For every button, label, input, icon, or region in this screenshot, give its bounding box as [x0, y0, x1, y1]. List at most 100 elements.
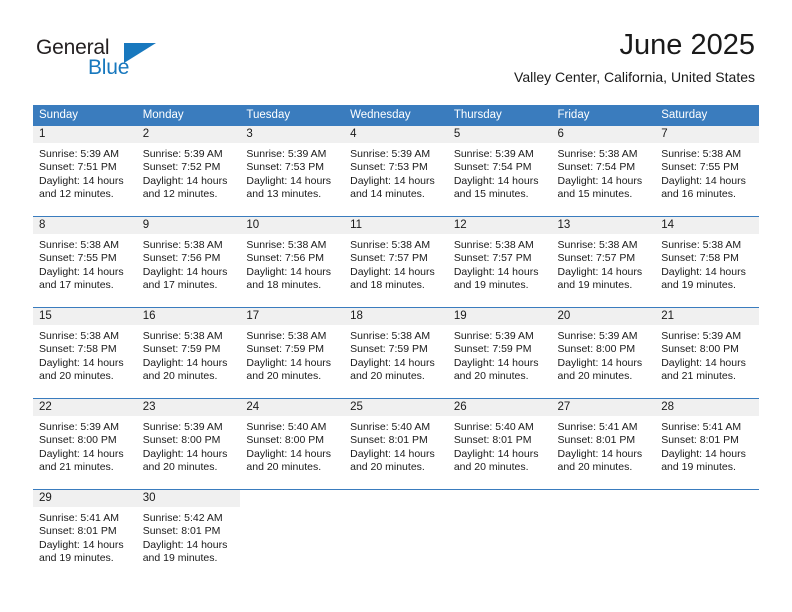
calendar-day[interactable]: 15 Sunrise: 5:38 AM Sunset: 7:58 PM Dayligh… [33, 308, 137, 398]
day-details: Sunrise: 5:38 AM Sunset: 7:55 PM Daylight:… [33, 234, 137, 293]
daylight-text: Daylight: 14 hours and 13 minutes. [246, 174, 332, 201]
calendar-header-row: Sunday Monday Tuesday Wednesday Thursday… [33, 105, 759, 126]
calendar-day[interactable]: 2 Sunrise: 5:39 AM Sunset: 7:52 PM Daylight… [136, 126, 241, 216]
sunrise-text: Sunrise: 5:38 AM [661, 239, 742, 251]
sunset-text: Sunset: 7:56 PM [246, 252, 325, 265]
day-number [655, 490, 759, 507]
day-details: Sunrise: 5:38 AM Sunset: 7:59 PM Daylight:… [240, 325, 344, 384]
day-number [240, 490, 345, 507]
calendar-day[interactable]: 20 Sunrise: 5:39 AM Sunset: 8:00 PM Dayligh… [551, 308, 656, 398]
calendar-day[interactable]: 4 Sunrise: 5:39 AM Sunset: 7:53 PM Daylight… [344, 126, 448, 216]
calendar-day[interactable]: 19 Sunrise: 5:39 AM Sunset: 7:59 PM Dayligh… [447, 308, 552, 398]
day-details: Sunrise: 5:38 AM Sunset: 7:56 PM Daylight:… [137, 234, 241, 293]
sunset-text: Sunset: 8:00 PM [39, 434, 117, 447]
calendar-day[interactable]: 7 Sunrise: 5:38 AM Sunset: 7:55 PM Daylight… [655, 126, 759, 216]
daylight-text: Daylight: 14 hours and 20 minutes. [142, 356, 228, 383]
sunrise-text: Sunrise: 5:38 AM [557, 148, 638, 160]
sunrise-text: Sunrise: 5:39 AM [350, 148, 431, 160]
calendar-day[interactable]: 30 Sunrise: 5:42 AM Sunset: 8:01 PM Dayligh… [136, 490, 241, 580]
day-details: Sunrise: 5:39 AM Sunset: 7:54 PM Daylight:… [448, 143, 552, 202]
calendar-day[interactable]: 18 Sunrise: 5:38 AM Sunset: 7:59 PM Dayligh… [344, 308, 448, 398]
sunrise-text: Sunrise: 5:40 AM [246, 421, 327, 433]
calendar-day[interactable]: 21 Sunrise: 5:39 AM Sunset: 8:00 PM Dayligh… [655, 308, 759, 398]
calendar-cell [551, 489, 656, 580]
calendar-day[interactable]: 3 Sunrise: 5:39 AM Sunset: 7:53 PM Daylight… [240, 126, 345, 216]
day-number: 11 [344, 217, 448, 234]
calendar-day[interactable]: 17 Sunrise: 5:38 AM Sunset: 7:59 PM Dayligh… [240, 308, 345, 398]
sunrise-text: Sunrise: 5:38 AM [39, 239, 119, 251]
calendar-cell: 11 Sunrise: 5:38 AM Sunset: 7:57 PM Dayligh… [344, 216, 448, 308]
calendar-day[interactable]: 22 Sunrise: 5:39 AM Sunset: 8:00 PM Dayligh… [33, 399, 137, 489]
sunrise-text: Sunrise: 5:38 AM [350, 330, 431, 342]
sunset-text: Sunset: 7:57 PM [453, 252, 532, 265]
calendar-day[interactable]: 6 Sunrise: 5:38 AM Sunset: 7:54 PM Daylight… [551, 126, 656, 216]
calendar-container: Sunday Monday Tuesday Wednesday Thursday… [33, 105, 759, 580]
daylight-text: Daylight: 14 hours and 20 minutes. [453, 447, 539, 474]
calendar-day[interactable]: 26 Sunrise: 5:40 AM Sunset: 8:01 PM Dayligh… [447, 399, 552, 489]
calendar-week-row: 15 Sunrise: 5:38 AM Sunset: 7:58 PM Dayligh… [33, 307, 759, 399]
weekday-header-tuesday: Tuesday [240, 105, 345, 126]
calendar-day[interactable]: 14 Sunrise: 5:38 AM Sunset: 7:58 PM Dayligh… [655, 217, 759, 307]
calendar-day[interactable]: 12 Sunrise: 5:38 AM Sunset: 7:57 PM Dayligh… [447, 217, 552, 307]
daylight-text: Daylight: 14 hours and 15 minutes. [557, 174, 643, 201]
sunset-text: Sunset: 8:01 PM [350, 434, 428, 447]
calendar-cell: 12 Sunrise: 5:38 AM Sunset: 7:57 PM Dayligh… [447, 216, 552, 308]
calendar-cell: 23 Sunrise: 5:39 AM Sunset: 8:00 PM Dayligh… [136, 398, 241, 490]
day-details: Sunrise: 5:38 AM Sunset: 7:57 PM Daylight:… [448, 234, 552, 293]
daylight-text: Daylight: 14 hours and 19 minutes. [142, 538, 228, 565]
daylight-text: Daylight: 14 hours and 19 minutes. [39, 538, 124, 565]
calendar-cell: 25 Sunrise: 5:40 AM Sunset: 8:01 PM Dayligh… [344, 398, 448, 490]
sunset-text: Sunset: 7:57 PM [557, 252, 636, 265]
day-details: Sunrise: 5:39 AM Sunset: 7:53 PM Daylight:… [240, 143, 344, 202]
calendar-page: General Blue June 2025 Valley Center, Ca… [0, 0, 792, 612]
title-block: June 2025 Valley Center, California, Uni… [514, 28, 755, 86]
daylight-text: Daylight: 14 hours and 20 minutes. [557, 356, 643, 383]
calendar-cell: 27 Sunrise: 5:41 AM Sunset: 8:01 PM Dayligh… [551, 398, 656, 490]
sunrise-text: Sunrise: 5:41 AM [557, 421, 638, 433]
day-details: Sunrise: 5:39 AM Sunset: 7:59 PM Daylight:… [448, 325, 552, 384]
calendar-day[interactable]: 24 Sunrise: 5:40 AM Sunset: 8:00 PM Dayligh… [240, 399, 345, 489]
calendar-day[interactable]: 11 Sunrise: 5:38 AM Sunset: 7:57 PM Dayligh… [344, 217, 448, 307]
calendar-week-row: 8 Sunrise: 5:38 AM Sunset: 7:55 PM Daylight… [33, 216, 759, 308]
sunset-text: Sunset: 8:00 PM [557, 343, 636, 356]
calendar-cell: 17 Sunrise: 5:38 AM Sunset: 7:59 PM Dayligh… [240, 307, 345, 399]
day-number: 22 [33, 399, 137, 416]
generalblue-logo: General Blue [36, 36, 196, 84]
sunrise-text: Sunrise: 5:38 AM [350, 239, 431, 251]
daylight-text: Daylight: 14 hours and 14 minutes. [350, 174, 435, 201]
daylight-text: Daylight: 14 hours and 12 minutes. [142, 174, 228, 201]
calendar-day[interactable]: 5 Sunrise: 5:39 AM Sunset: 7:54 PM Daylight… [447, 126, 552, 216]
calendar-day[interactable]: 8 Sunrise: 5:38 AM Sunset: 7:55 PM Daylight… [33, 217, 137, 307]
calendar-week-row: 29 Sunrise: 5:41 AM Sunset: 8:01 PM Dayligh… [33, 489, 759, 580]
calendar-day[interactable]: 23 Sunrise: 5:39 AM Sunset: 8:00 PM Dayligh… [136, 399, 241, 489]
day-number: 15 [33, 308, 137, 325]
day-details: Sunrise: 5:39 AM Sunset: 7:51 PM Daylight:… [33, 143, 137, 202]
calendar-day[interactable]: 25 Sunrise: 5:40 AM Sunset: 8:01 PM Dayligh… [344, 399, 448, 489]
calendar-cell [240, 489, 345, 580]
calendar-day[interactable]: 28 Sunrise: 5:41 AM Sunset: 8:01 PM Dayligh… [655, 399, 759, 489]
daylight-text: Daylight: 14 hours and 20 minutes. [39, 356, 124, 383]
sunset-text: Sunset: 7:59 PM [142, 343, 221, 356]
calendar-day[interactable]: 9 Sunrise: 5:38 AM Sunset: 7:56 PM Daylight… [136, 217, 241, 307]
sunset-text: Sunset: 7:54 PM [557, 161, 636, 174]
calendar-day[interactable]: 13 Sunrise: 5:38 AM Sunset: 7:57 PM Dayligh… [551, 217, 656, 307]
calendar-cell: 5 Sunrise: 5:39 AM Sunset: 7:54 PM Daylight… [447, 126, 552, 217]
calendar-cell: 2 Sunrise: 5:39 AM Sunset: 7:52 PM Daylight… [136, 126, 241, 217]
calendar-day[interactable]: 29 Sunrise: 5:41 AM Sunset: 8:01 PM Dayligh… [33, 490, 137, 580]
day-number: 17 [240, 308, 345, 325]
calendar-cell: 7 Sunrise: 5:38 AM Sunset: 7:55 PM Daylight… [655, 126, 759, 217]
sunset-text: Sunset: 7:51 PM [39, 161, 117, 174]
calendar-cell: 20 Sunrise: 5:39 AM Sunset: 8:00 PM Dayligh… [551, 307, 656, 399]
calendar-day[interactable]: 16 Sunrise: 5:38 AM Sunset: 7:59 PM Dayligh… [136, 308, 241, 398]
calendar-cell: 19 Sunrise: 5:39 AM Sunset: 7:59 PM Dayligh… [447, 307, 552, 399]
calendar-day[interactable]: 1 Sunrise: 5:39 AM Sunset: 7:51 PM Daylight… [33, 126, 137, 216]
sunrise-text: Sunrise: 5:39 AM [39, 148, 119, 160]
calendar-day[interactable]: 27 Sunrise: 5:41 AM Sunset: 8:01 PM Dayligh… [551, 399, 656, 489]
calendar-day[interactable]: 10 Sunrise: 5:38 AM Sunset: 7:56 PM Dayligh… [240, 217, 345, 307]
day-number: 6 [551, 126, 656, 143]
sunrise-text: Sunrise: 5:38 AM [557, 239, 638, 251]
day-details: Sunrise: 5:40 AM Sunset: 8:01 PM Daylight:… [448, 416, 552, 475]
day-number: 21 [655, 308, 759, 325]
daylight-text: Daylight: 14 hours and 17 minutes. [39, 265, 124, 292]
calendar-cell [447, 489, 552, 580]
